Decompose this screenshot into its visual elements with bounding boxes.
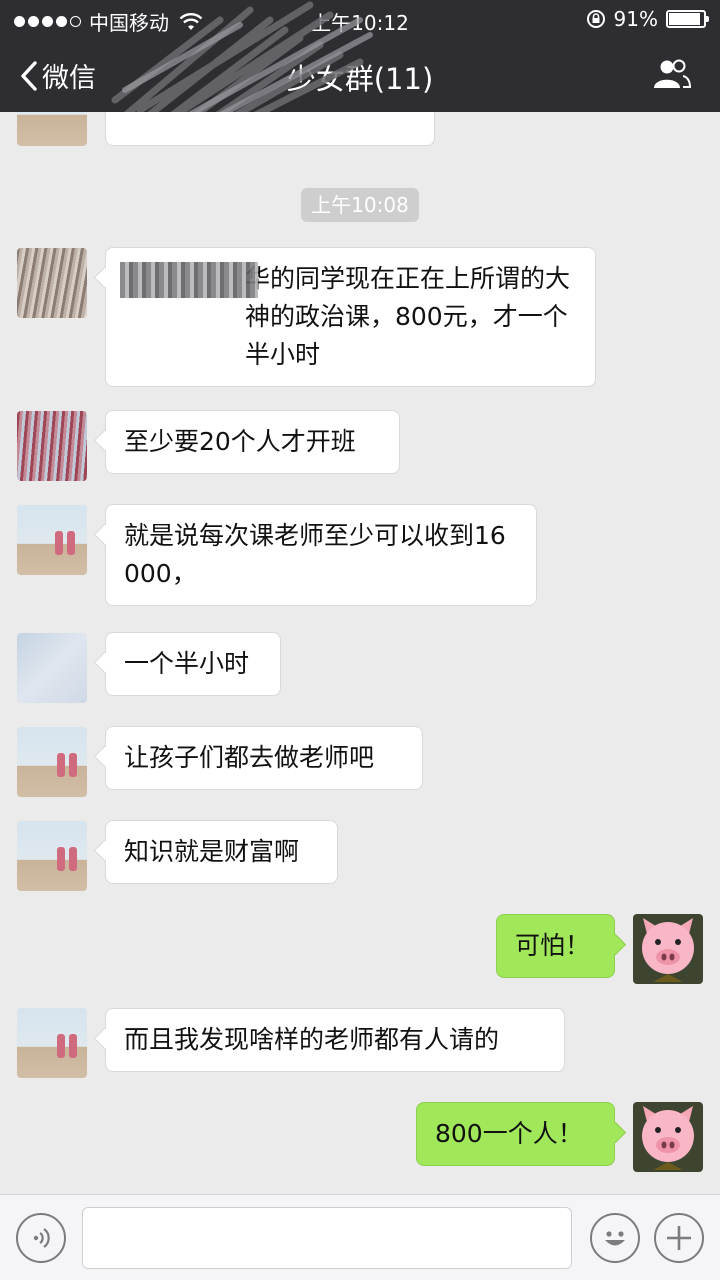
- message-input[interactable]: [82, 1207, 572, 1269]
- avatar[interactable]: [17, 821, 87, 891]
- message-text: 至少要20个人才开班: [124, 427, 356, 456]
- message-text: 知识就是财富啊: [124, 837, 300, 866]
- message-bubble: 就是说每次课老师至少可以收到16000，: [105, 504, 537, 606]
- plus-icon: [667, 1226, 691, 1250]
- avatar[interactable]: [17, 112, 87, 146]
- pig-emoji-icon: [642, 1106, 694, 1170]
- nav-bar: 微信 少女群(11): [0, 1, 720, 138]
- pig-emoji-icon: [642, 918, 694, 982]
- avatar[interactable]: [17, 505, 87, 575]
- timestamp-pill: 上午10:08: [301, 188, 419, 222]
- status-bar: 中国移动 上午10:12 91%: [0, 0, 720, 40]
- avatar-own[interactable]: [633, 914, 703, 984]
- message-text: 一个半小时: [124, 649, 250, 678]
- battery-icon: [666, 10, 709, 28]
- avatar[interactable]: [17, 1008, 87, 1078]
- battery-percent: 91%: [613, 7, 658, 31]
- message-bubble-own: 800一个人！: [416, 1102, 615, 1166]
- message-bubble: 知识就是财富啊: [105, 820, 338, 884]
- message-bubble: 而且我发现啥样的老师都有人请的: [105, 1008, 565, 1072]
- group-members-icon[interactable]: [652, 58, 692, 90]
- message-bubble: 一个半小时: [105, 632, 281, 696]
- avatar[interactable]: [17, 633, 87, 703]
- add-button[interactable]: [654, 1213, 704, 1263]
- rotation-lock-icon: [586, 10, 605, 28]
- message-bubble-own: 可怕！: [496, 914, 615, 978]
- message-text: 华的同学现在正在上所谓的大神的政治课，800元，才一个半小时: [245, 264, 571, 369]
- message-text: 让孩子们都去做老师吧: [124, 743, 375, 772]
- message-text: 800一个人！: [435, 1119, 583, 1148]
- message-bubble: 华的同学现在正在上所谓的大神的政治课，800元，才一个半小时: [105, 247, 596, 387]
- avatar-own[interactable]: [633, 1102, 703, 1172]
- message-bubble: 至少要20个人才开班: [105, 410, 400, 474]
- message-bubble: 让孩子们都去做老师吧: [105, 726, 423, 790]
- chat-title: 少女群(11): [286, 62, 434, 96]
- message-bubble-partial: [105, 112, 435, 146]
- emoji-icon: [605, 1231, 625, 1246]
- input-bar: [0, 1194, 720, 1280]
- chat-area[interactable]: 上午10:08 华的同学现在正在上所谓的大神的政治课，800元，才一个半小时 至…: [0, 112, 720, 1194]
- voice-button[interactable]: [16, 1213, 66, 1263]
- message-text: 可怕！: [515, 931, 591, 960]
- message-text: 而且我发现啥样的老师都有人请的: [124, 1025, 500, 1054]
- avatar[interactable]: [17, 727, 87, 797]
- emoji-button[interactable]: [590, 1213, 640, 1263]
- avatar[interactable]: [17, 248, 87, 318]
- avatar[interactable]: [17, 411, 87, 481]
- voice-icon: [33, 1228, 50, 1248]
- message-text: 就是说每次课老师至少可以收到16000，: [124, 521, 506, 588]
